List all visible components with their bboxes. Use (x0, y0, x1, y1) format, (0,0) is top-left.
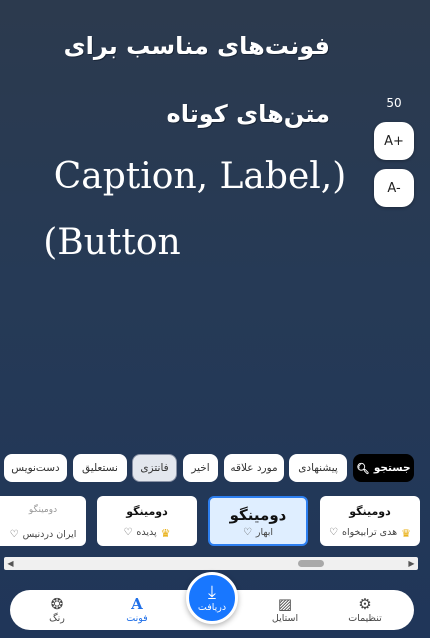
category-chip-favorites[interactable]: مورد علاقه (224, 454, 284, 482)
download-icon: ⤓ (208, 581, 216, 603)
category-chips: جستجو 🔍︎ پیشنهادی مورد علاقه اخیر فانتزی… (0, 454, 430, 484)
font-icon: A (131, 595, 143, 613)
nav-font[interactable]: A فونت (102, 592, 172, 628)
search-icon: 🔍︎ (356, 462, 370, 475)
nav-settings-label: تنظیمات (348, 613, 382, 624)
font-card-name: دومینگو (349, 505, 391, 518)
scroll-left-icon[interactable]: ◀ (4, 557, 17, 570)
font-card-name: دومینگو (28, 505, 58, 515)
search-chip-label: جستجو (373, 462, 411, 474)
font-card-sub: هدی ترابیخواه (341, 527, 398, 538)
gear-icon: ⚙ (358, 595, 372, 613)
heart-icon[interactable]: ♡ (243, 527, 252, 538)
color-icon: ❂ (50, 595, 64, 613)
download-button[interactable]: ⤓ دریافت (186, 572, 238, 624)
font-card-name: دومینگو (126, 505, 168, 518)
font-card-sub: پدیده (136, 527, 157, 538)
font-card-name: دومینگو (229, 506, 287, 524)
font-list: دومینگو ♛ هدی ترابیخواه ♡ دومینگو ابهار … (0, 496, 430, 548)
heart-icon[interactable]: ♡ (123, 527, 132, 540)
decrease-size-button[interactable]: A- (374, 169, 414, 207)
font-size-value: 50 (386, 96, 402, 110)
nav-color[interactable]: ❂ رنگ (22, 592, 92, 628)
preview-title-line-2: متن‌های کوتاه (166, 100, 330, 128)
nav-style-label: استایل (271, 613, 299, 624)
preview-latin-line-2: (Button (43, 222, 181, 263)
preview-title-line-1: فونت‌های مناسب برای (63, 32, 330, 60)
font-card[interactable]: دومینگو ♛ هدی ترابیخواه ♡ (320, 496, 420, 546)
text-preview: فونت‌های مناسب برای متن‌های کوتاه Captio… (0, 0, 430, 420)
nav-style[interactable]: ▨ استایل (250, 592, 320, 628)
heart-icon[interactable]: ♡ (10, 529, 19, 540)
category-chip-nastaliq[interactable]: نستعلیق (73, 454, 127, 482)
preview-latin-line-1: Caption, Label,) (53, 156, 347, 197)
search-chip[interactable]: جستجو 🔍︎ (353, 454, 414, 482)
category-chip-suggested[interactable]: پیشنهادی (289, 454, 347, 482)
crown-icon: ♛ (401, 527, 411, 540)
font-card-selected[interactable]: دومینگو ابهار ♡ (208, 496, 308, 546)
crown-icon: ♛ (160, 527, 171, 540)
scroll-thumb[interactable] (298, 560, 324, 567)
font-card-sub: ایران دردنیس (22, 529, 77, 540)
font-card-sub: ابهار (255, 527, 274, 538)
category-chip-recent[interactable]: اخیر (183, 454, 218, 482)
category-chip-fantasy[interactable]: فانتزی (132, 454, 177, 482)
increase-size-button[interactable]: A+ (374, 122, 414, 160)
nav-color-label: رنگ (49, 613, 65, 624)
scroll-right-icon[interactable]: ▶ (405, 557, 418, 570)
category-chip-handwritten[interactable]: دست‌نویس (4, 454, 67, 482)
download-label: دریافت (197, 601, 227, 613)
nav-settings[interactable]: ⚙ تنظیمات (330, 592, 400, 628)
font-card[interactable]: دومینگو ایران دردنیس ♡ (0, 496, 86, 546)
nav-font-label: فونت (126, 613, 148, 624)
horizontal-scrollbar[interactable]: ◀ ▶ (4, 557, 418, 570)
heart-icon[interactable]: ♡ (329, 527, 338, 540)
style-icon: ▨ (277, 595, 293, 613)
font-card[interactable]: دومینگو ♛ پدیده ♡ (97, 496, 197, 546)
